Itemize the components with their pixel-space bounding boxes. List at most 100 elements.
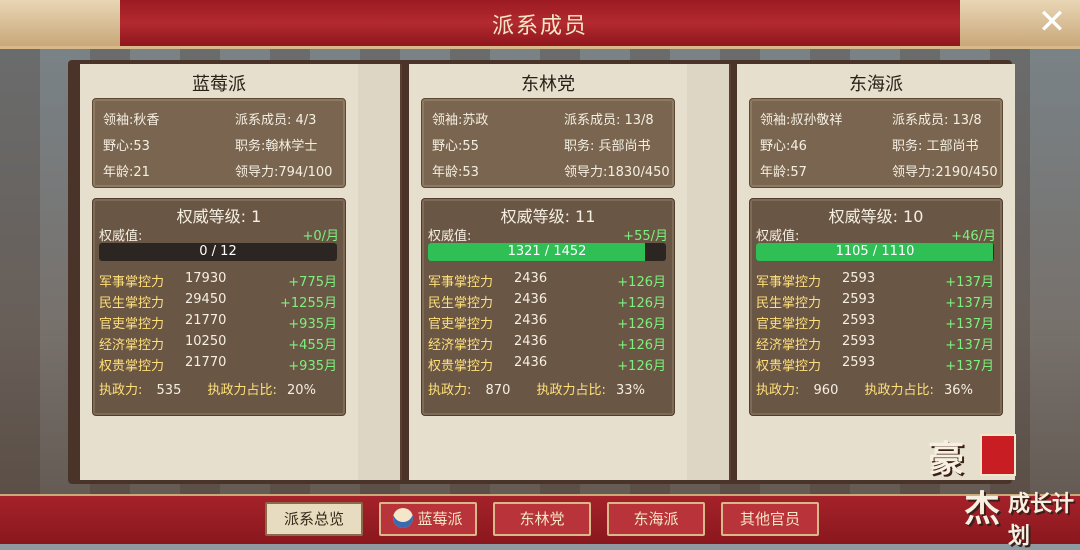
control-gain: +126月: [617, 359, 666, 374]
control-value: 29450: [185, 292, 227, 307]
exec-share: 36%: [944, 383, 973, 398]
authority-level: 权威等级: 11: [500, 207, 596, 226]
exec-label: 执政力:: [428, 383, 472, 398]
faction-info-box: 领袖:秋香 派系成员: 4/3 野心:53 职务:翰林学士 年龄:21 领导力:…: [92, 98, 346, 188]
authority-progress-text: 1321 / 1452: [507, 244, 587, 259]
authority-progress-bar: 0 / 12: [99, 243, 337, 261]
control-row: 民生掌控力 29450 +1255月: [99, 292, 337, 312]
column-divider: [681, 64, 731, 480]
execution-row: 执政力: 535 执政力占比: 20%: [99, 379, 339, 398]
control-gain: +126月: [617, 275, 666, 290]
control-value: 2593: [842, 292, 876, 307]
exec-share: 20%: [287, 383, 316, 398]
exec-label: 执政力:: [756, 383, 800, 398]
tab-blueberry[interactable]: 蓝莓派: [379, 502, 477, 536]
tab-overview[interactable]: 派系总览: [265, 502, 363, 536]
post: 职务: 兵部尚书: [564, 139, 651, 154]
control-row: 经济掌控力 2593 +137月: [756, 334, 994, 354]
member-count: 派系成员: 4/3: [235, 113, 317, 128]
control-gain: +137月: [945, 338, 994, 353]
member-count: 派系成员: 13/8: [564, 113, 654, 128]
post: 职务:翰林学士: [235, 139, 318, 154]
control-row: 经济掌控力 10250 +455月: [99, 334, 337, 354]
ambition: 野心:55: [432, 139, 479, 154]
tab-donglin[interactable]: 东林党: [493, 502, 591, 536]
leader: 领袖:苏政: [432, 113, 489, 128]
post: 职务: 工部尚书: [892, 139, 979, 154]
authority-progress-text: 1105 / 1110: [835, 244, 915, 259]
authority-box: 权威等级: 1 权威值: +0/月 0 / 12 军事掌控力 17930 +77…: [92, 198, 346, 416]
tab-label: 蓝莓派: [417, 510, 463, 528]
authority-box: 权威等级: 11 权威值: +55/月 1321 / 1452 军事掌控力 24…: [421, 198, 675, 416]
leadership: 领导力:2190/450: [892, 165, 998, 180]
close-icon[interactable]: ✕: [1032, 2, 1072, 42]
control-gain: +137月: [945, 359, 994, 374]
control-name: 军事掌控力: [99, 275, 165, 290]
control-name: 民生掌控力: [99, 296, 165, 311]
game-logo: 豪 杰 成长计划: [928, 430, 1078, 549]
exec-share-label: 执政力占比:: [536, 383, 606, 398]
logo-seal: [980, 434, 1016, 476]
exec-share: 33%: [616, 383, 645, 398]
faction-name: 东海派: [849, 74, 903, 95]
leadership: 领导力:794/100: [235, 165, 333, 180]
control-name: 民生掌控力: [428, 296, 494, 311]
exec-share-label: 执政力占比:: [864, 383, 934, 398]
control-row: 权贵掌控力 2436 +126月: [428, 355, 666, 375]
column-divider: [352, 64, 402, 480]
control-gain: +137月: [945, 275, 994, 290]
authority-gain: +0/月: [302, 229, 339, 244]
control-row: 官吏掌控力 21770 +935月: [99, 313, 337, 333]
control-row: 权贵掌控力 21770 +935月: [99, 355, 337, 375]
tab-other-officials[interactable]: 其他官员: [721, 502, 819, 536]
exec-value: 960: [813, 383, 839, 398]
tab-donghai[interactable]: 东海派: [607, 502, 705, 536]
authority-level: 权威等级: 10: [828, 207, 924, 226]
control-name: 民生掌控力: [756, 296, 822, 311]
control-row: 经济掌控力 2436 +126月: [428, 334, 666, 354]
control-value: 17930: [185, 271, 227, 286]
control-value: 2436: [514, 292, 548, 307]
faction-column: 蓝莓派 领袖:秋香 派系成员: 4/3 野心:53 职务:翰林学士 年龄:21 …: [80, 64, 358, 480]
authority-level: 权威等级: 1: [176, 207, 262, 226]
control-gain: +126月: [617, 296, 666, 311]
control-gain: +935月: [288, 359, 337, 374]
control-value: 2436: [514, 355, 548, 370]
faction-column: 东海派 领袖:叔孙敬祥 派系成员: 13/8 野心:46 职务: 工部尚书 年龄…: [737, 64, 1015, 480]
control-value: 2436: [514, 334, 548, 349]
control-value: 2593: [842, 334, 876, 349]
leadership: 领导力:1830/450: [564, 165, 670, 180]
control-row: 官吏掌控力 2593 +137月: [756, 313, 994, 333]
control-name: 军事掌控力: [756, 275, 822, 290]
execution-row: 执政力: 960 执政力占比: 36%: [756, 379, 996, 398]
control-value: 2436: [514, 271, 548, 286]
authority-progress-text: 0 / 12: [199, 244, 237, 259]
control-name: 权贵掌控力: [756, 359, 822, 374]
control-gain: +455月: [288, 338, 337, 353]
control-row: 民生掌控力 2593 +137月: [756, 292, 994, 312]
leader: 领袖:秋香: [103, 113, 160, 128]
authority-label: 权威值:: [428, 229, 472, 244]
control-name: 官吏掌控力: [99, 317, 165, 332]
exec-value: 535: [156, 383, 182, 398]
faction-info-box: 领袖:叔孙敬祥 派系成员: 13/8 野心:46 职务: 工部尚书 年龄:57 …: [749, 98, 1003, 188]
control-name: 军事掌控力: [428, 275, 494, 290]
control-value: 2436: [514, 313, 548, 328]
authority-label: 权威值:: [756, 229, 800, 244]
control-name: 权贵掌控力: [428, 359, 494, 374]
authority-label: 权威值:: [99, 229, 143, 244]
control-row: 民生掌控力 2436 +126月: [428, 292, 666, 312]
control-value: 21770: [185, 313, 227, 328]
control-row: 军事掌控力 2436 +126月: [428, 271, 666, 291]
faction-column: 东林党 领袖:苏政 派系成员: 13/8 野心:55 职务: 兵部尚书 年龄:5…: [409, 64, 687, 480]
authority-gain: +46/月: [951, 229, 996, 244]
page-title: 派系成员: [491, 14, 588, 39]
control-name: 权贵掌控力: [99, 359, 165, 374]
age: 年龄:53: [432, 165, 479, 180]
authority-gain: +55/月: [623, 229, 668, 244]
age: 年龄:21: [103, 165, 150, 180]
control-name: 经济掌控力: [428, 338, 494, 353]
exec-label: 执政力:: [99, 383, 143, 398]
avatar-icon: [393, 507, 414, 528]
ambition: 野心:46: [760, 139, 807, 154]
